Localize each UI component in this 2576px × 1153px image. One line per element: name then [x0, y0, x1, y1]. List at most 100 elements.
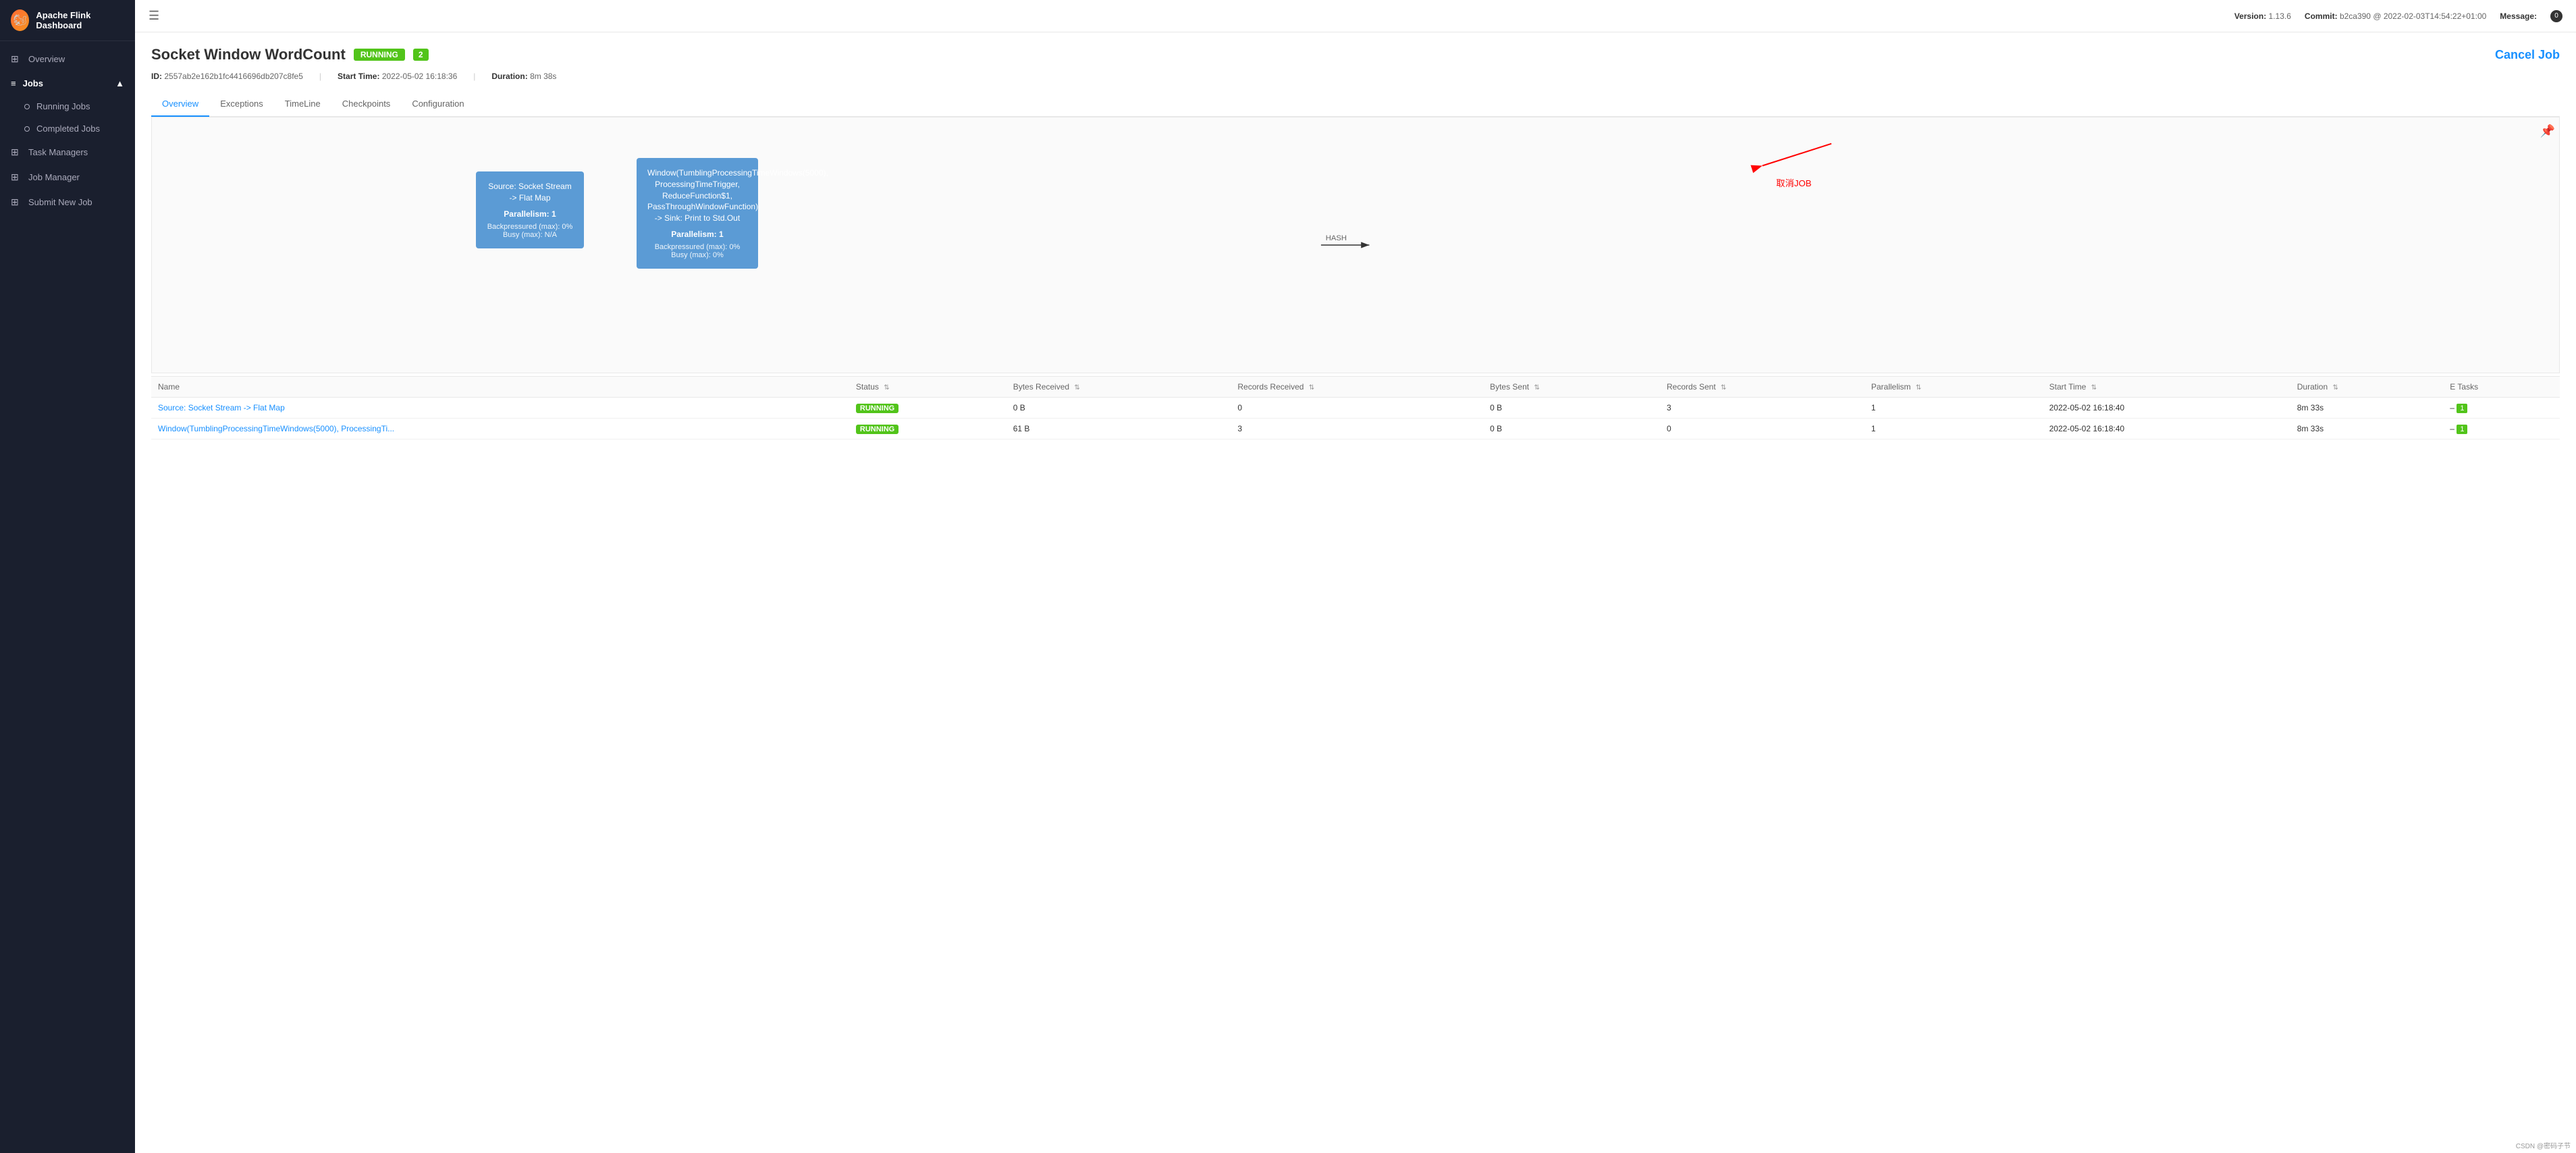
topbar-right: Version: 1.13.6 Commit: b2ca390 @ 2022-0…: [2234, 10, 2562, 22]
source-node[interactable]: Source: Socket Stream -> Flat Map Parall…: [476, 171, 584, 248]
jobs-chevron-icon: ▲: [115, 78, 124, 88]
source-node-parallelism: Parallelism: 1: [487, 209, 573, 219]
completed-jobs-dot-icon: [24, 126, 30, 132]
submit-new-job-icon: ⊞: [11, 196, 22, 208]
bytes-received-sort-icon: ⇅: [1074, 384, 1079, 392]
sidebar-item-jobs[interactable]: ≡ Jobs ▲: [0, 72, 135, 95]
status-badge: RUNNING: [354, 49, 405, 61]
version-value: 1.13.6: [2269, 11, 2291, 21]
divider-2: |: [473, 72, 475, 81]
row1-e: –: [2450, 403, 2454, 412]
content-area: Socket Window WordCount RUNNING 2 Cancel…: [135, 32, 2576, 1153]
edge-label: HASH: [1326, 234, 1347, 242]
tab-exceptions[interactable]: Exceptions: [209, 92, 274, 117]
col-records-sent[interactable]: Records Sent ⇅: [1660, 377, 1864, 398]
table-row: Window(TumblingProcessingTimeWindows(500…: [151, 419, 2560, 439]
row2-bytes-received: 61 B: [1007, 419, 1231, 439]
sidebar-item-running-jobs[interactable]: Running Jobs: [0, 95, 135, 117]
sidebar-logo-text: Apache Flink Dashboard: [36, 10, 124, 30]
col-name[interactable]: Name: [151, 377, 849, 398]
job-count-badge: 2: [413, 49, 429, 61]
topbar: ☰ Version: 1.13.6 Commit: b2ca390 @ 2022…: [135, 0, 2576, 32]
row1-parallelism: 1: [1864, 398, 2043, 419]
commit-info: Commit: b2ca390 @ 2022-02-03T14:54:22+01…: [2305, 11, 2486, 21]
tab-timeline-label: TimeLine: [285, 99, 321, 109]
col-parallelism[interactable]: Parallelism ⇅: [1864, 377, 2043, 398]
duration-value: 8m 38s: [530, 72, 556, 81]
col-status[interactable]: Status ⇅: [849, 377, 1007, 398]
table-row: Source: Socket Stream -> Flat Map RUNNIN…: [151, 398, 2560, 419]
window-node-stats: Backpressured (max): 0%Busy (max): 0%: [647, 243, 747, 259]
tab-timeline[interactable]: TimeLine: [274, 92, 331, 117]
row1-status: RUNNING: [849, 398, 1007, 419]
row2-name-link[interactable]: Window(TumblingProcessingTimeWindows(500…: [158, 424, 394, 433]
job-title: Socket Window WordCount: [151, 46, 346, 63]
sidebar-item-overview[interactable]: ⊞ Overview: [0, 47, 135, 72]
job-id: ID: 2557ab2e162b1fc4416696db207c8fe5: [151, 72, 303, 81]
col-bytes-received[interactable]: Bytes Received ⇅: [1007, 377, 1231, 398]
sidebar-navigation: ⊞ Overview ≡ Jobs ▲ Running Jobs Complet…: [0, 41, 135, 220]
sidebar-item-job-manager[interactable]: ⊞ Job Manager: [0, 165, 135, 190]
col-start-time[interactable]: Start Time ⇅: [2043, 377, 2290, 398]
diagram-area[interactable]: HASH 取消JOB Source: Socket Stream -> Flat…: [151, 117, 2560, 373]
sidebar-item-task-managers-label: Task Managers: [28, 147, 88, 157]
tab-overview[interactable]: Overview: [151, 92, 209, 117]
tab-checkpoints-label: Checkpoints: [342, 99, 391, 109]
row2-status-badge: RUNNING: [856, 425, 898, 434]
sidebar-item-submit-new-job[interactable]: ⊞ Submit New Job: [0, 190, 135, 215]
duration-sort-icon: ⇅: [2332, 384, 2338, 392]
sidebar-logo: 🐿 Apache Flink Dashboard: [0, 0, 135, 41]
sidebar-item-task-managers[interactable]: ⊞ Task Managers: [0, 140, 135, 165]
row2-name: Window(TumblingProcessingTimeWindows(500…: [151, 419, 849, 439]
row1-bytes-received: 0 B: [1007, 398, 1231, 419]
col-e-tasks[interactable]: E Tasks: [2443, 377, 2560, 398]
row2-tasks-badge: 1: [2457, 425, 2467, 434]
row1-name: Source: Socket Stream -> Flat Map: [151, 398, 849, 419]
row2-e-tasks: – 1: [2443, 419, 2560, 439]
sidebar-item-completed-jobs[interactable]: Completed Jobs: [0, 117, 135, 140]
start-time-sort-icon: ⇅: [2091, 384, 2097, 392]
start-time-label: Start Time:: [338, 72, 379, 81]
job-manager-icon: ⊞: [11, 171, 22, 183]
job-id-label: ID:: [151, 72, 162, 81]
table-container: Name Status ⇅ Bytes Received ⇅ Records R…: [151, 376, 2560, 439]
row1-start-time: 2022-05-02 16:18:40: [2043, 398, 2290, 419]
row1-e-tasks: – 1: [2443, 398, 2560, 419]
pin-icon[interactable]: 📌: [2540, 124, 2555, 138]
task-managers-icon: ⊞: [11, 146, 22, 158]
bytes-sent-sort-icon: ⇅: [1534, 384, 1539, 392]
sidebar-item-job-manager-label: Job Manager: [28, 172, 80, 182]
commit-value: b2ca390 @ 2022-02-03T14:54:22+01:00: [2340, 11, 2486, 21]
row2-e: –: [2450, 424, 2454, 433]
sidebar-item-overview-label: Overview: [28, 54, 65, 64]
row2-parallelism: 1: [1864, 419, 2043, 439]
window-node[interactable]: Window(TumblingProcessingTimeWindows(500…: [637, 158, 758, 269]
col-bytes-sent[interactable]: Bytes Sent ⇅: [1483, 377, 1660, 398]
row1-records-received: 0: [1231, 398, 1483, 419]
col-records-received[interactable]: Records Received ⇅: [1231, 377, 1483, 398]
tab-configuration[interactable]: Configuration: [401, 92, 475, 117]
col-duration[interactable]: Duration ⇅: [2290, 377, 2444, 398]
table-header: Name Status ⇅ Bytes Received ⇅ Records R…: [151, 377, 2560, 398]
window-node-parallelism: Parallelism: 1: [647, 230, 747, 239]
row1-name-link[interactable]: Source: Socket Stream -> Flat Map: [158, 403, 285, 412]
cancel-job-button[interactable]: Cancel Job: [2495, 48, 2560, 62]
cancel-annotation-text: 取消JOB: [1776, 178, 1811, 188]
sidebar-item-completed-jobs-label: Completed Jobs: [36, 124, 100, 134]
topbar-left: ☰: [149, 9, 159, 23]
sidebar-item-running-jobs-label: Running Jobs: [36, 101, 90, 111]
row2-records-received: 3: [1231, 419, 1483, 439]
source-node-stats: Backpressured (max): 0%Busy (max): N/A: [487, 223, 573, 239]
main-content: ☰ Version: 1.13.6 Commit: b2ca390 @ 2022…: [135, 0, 2576, 1153]
tab-exceptions-label: Exceptions: [220, 99, 263, 109]
records-received-sort-icon: ⇅: [1309, 384, 1314, 392]
tab-checkpoints[interactable]: Checkpoints: [331, 92, 402, 117]
job-start-time: Start Time: 2022-05-02 16:18:36: [338, 72, 457, 81]
source-node-title: Source: Socket Stream -> Flat Map: [487, 181, 573, 204]
menu-icon[interactable]: ☰: [149, 9, 159, 23]
job-meta: ID: 2557ab2e162b1fc4416696db207c8fe5 | S…: [151, 72, 2560, 81]
tab-configuration-label: Configuration: [412, 99, 464, 109]
notification-badge[interactable]: 0: [2550, 10, 2562, 22]
version-info: Version: 1.13.6: [2234, 11, 2291, 21]
commit-label: Commit:: [2305, 11, 2338, 21]
